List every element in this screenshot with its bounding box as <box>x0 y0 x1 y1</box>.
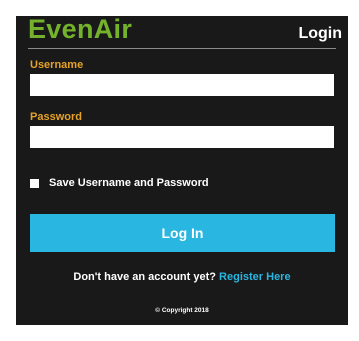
register-link[interactable]: Register Here <box>219 271 291 283</box>
password-field[interactable] <box>30 126 334 148</box>
username-label: Username <box>30 59 84 71</box>
register-prompt: Don't have an account yet? Register Here <box>16 271 348 283</box>
login-button[interactable]: Log In <box>30 214 335 252</box>
username-field[interactable] <box>30 74 334 96</box>
copyright-text: © Copyright 2018 <box>155 307 209 314</box>
login-panel: EvenAir Login Username Password Save Use… <box>16 16 348 325</box>
remember-me-label: Save Username and Password <box>49 177 209 189</box>
brand-logo: EvenAir <box>28 14 133 44</box>
password-label: Password <box>30 111 82 123</box>
remember-me-checkbox[interactable] <box>30 178 39 188</box>
remember-me-option[interactable]: Save Username and Password <box>30 177 209 189</box>
page-title: Login <box>298 25 342 42</box>
header-divider <box>28 48 336 49</box>
register-prompt-text: Don't have an account yet? <box>73 271 216 283</box>
